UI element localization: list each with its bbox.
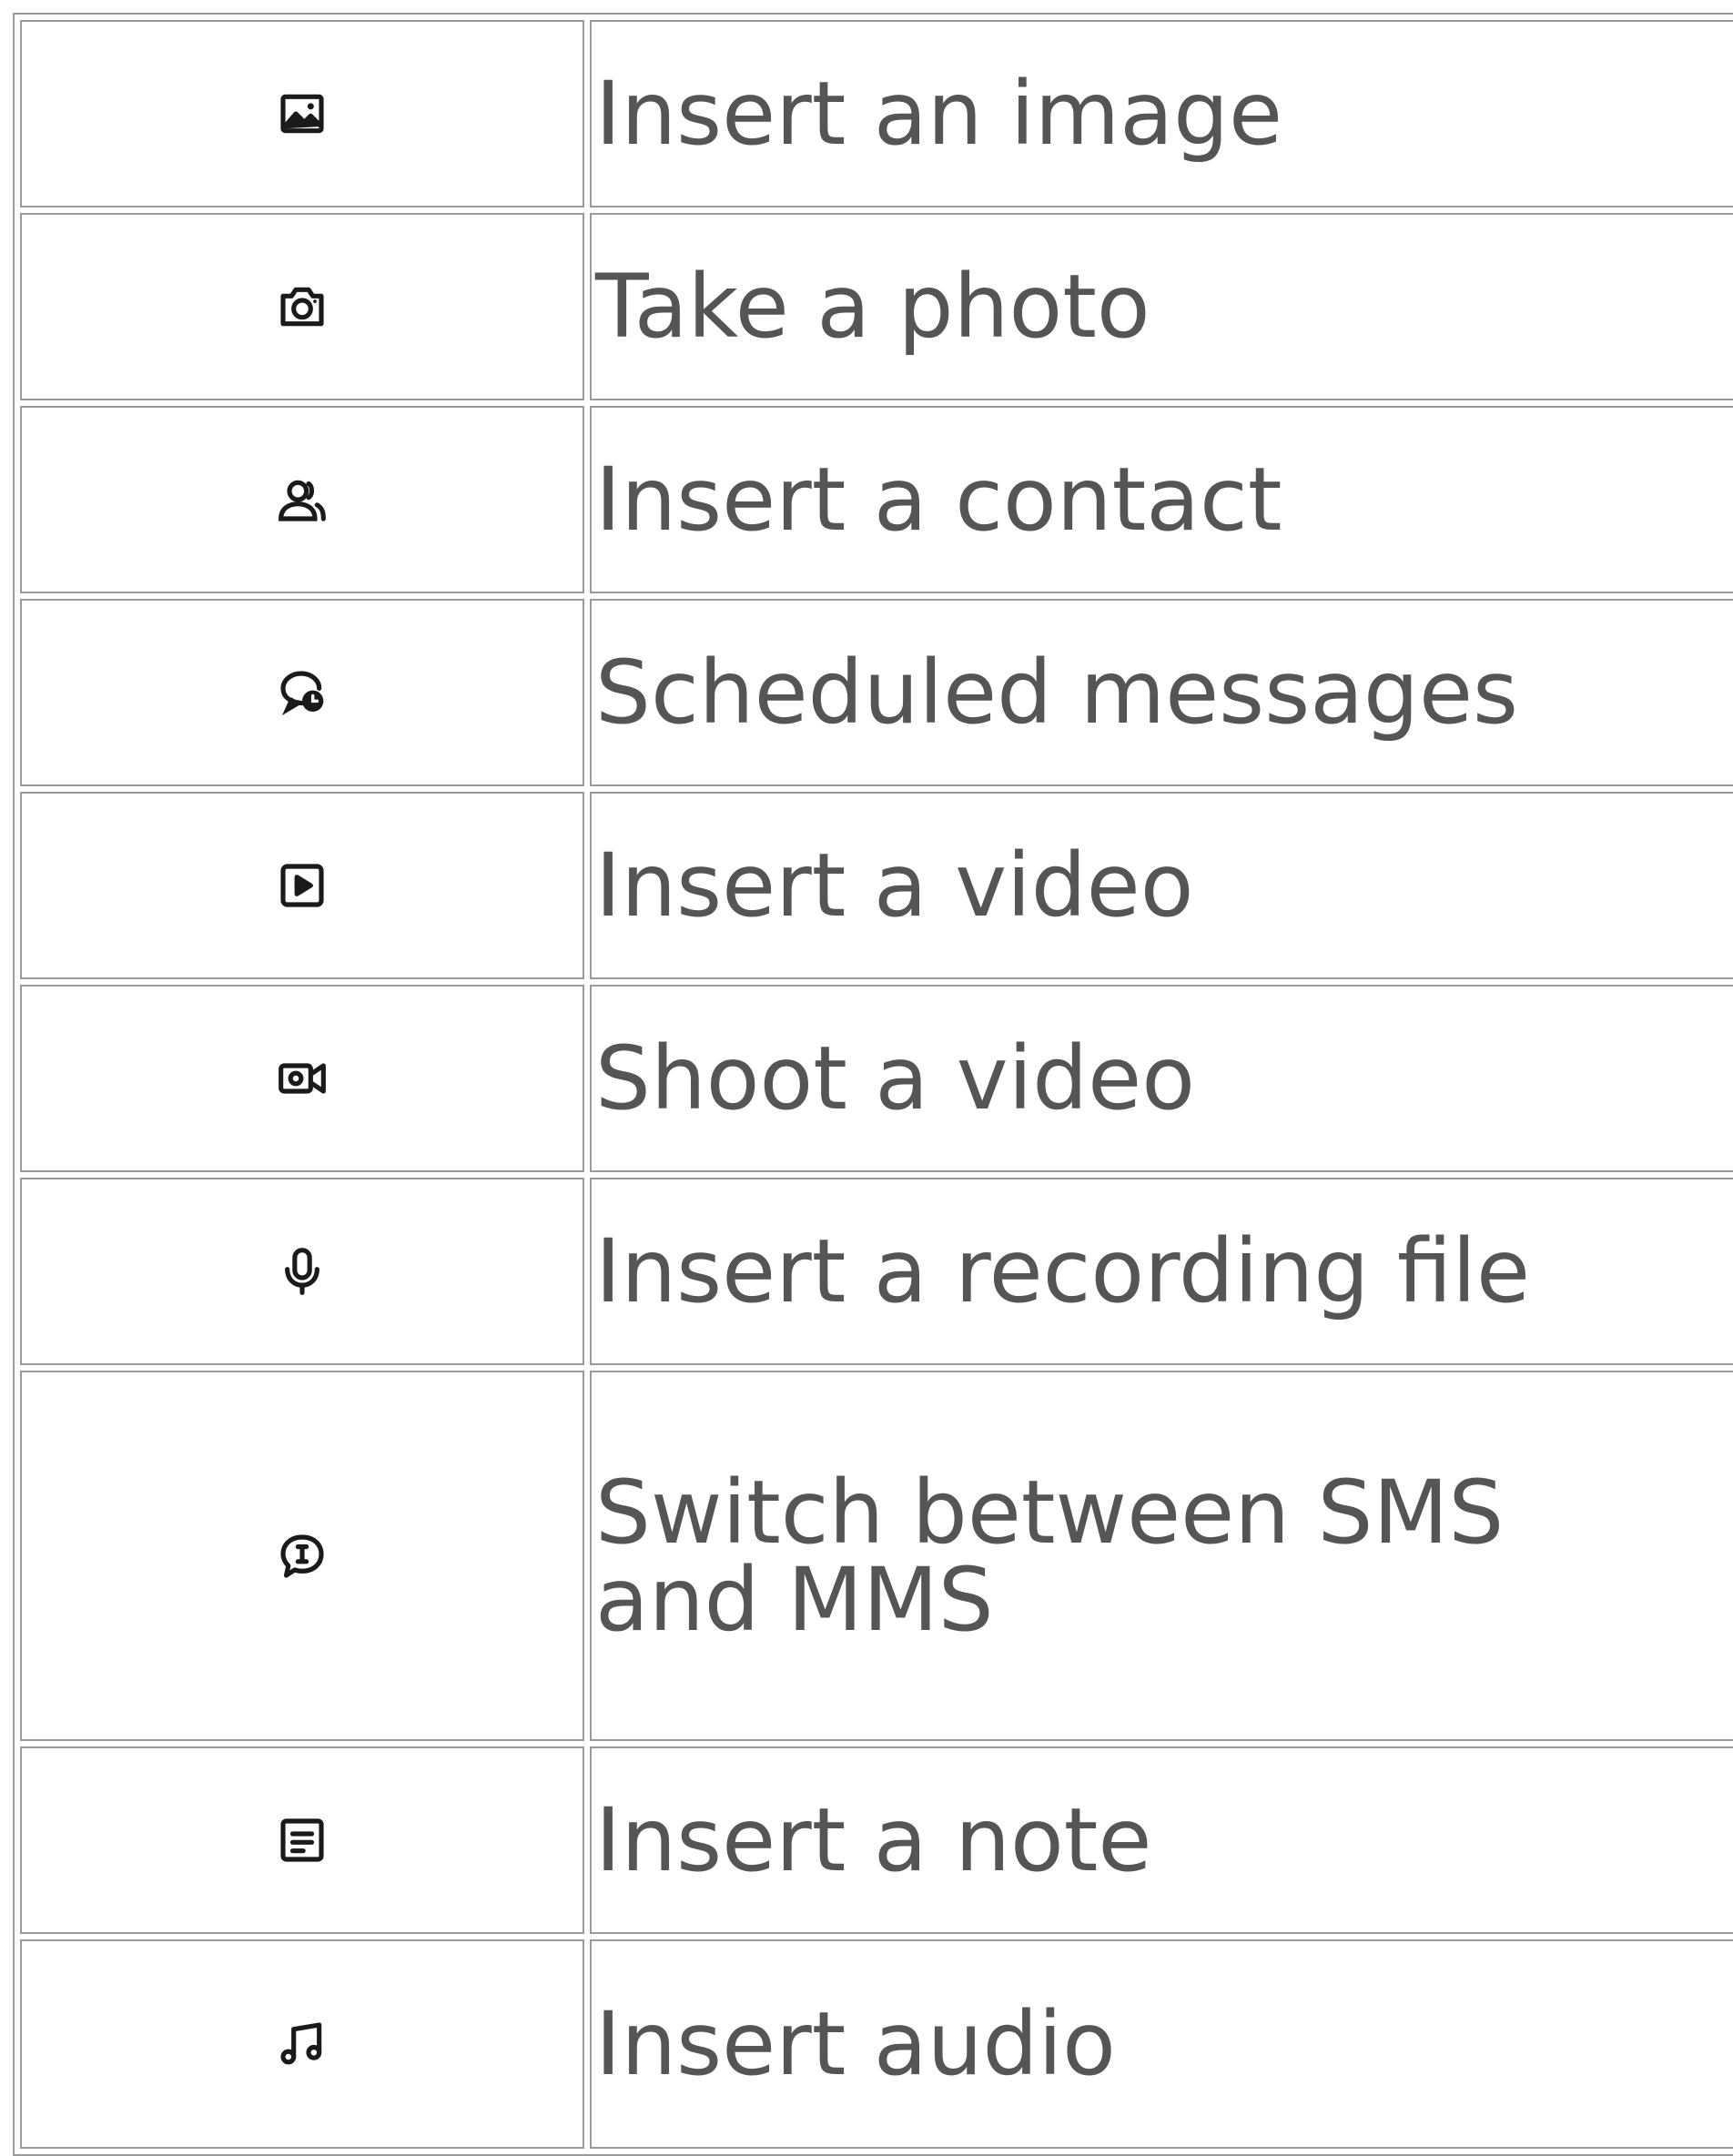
scheduled-message-icon (280, 671, 324, 716)
icon-cell (20, 1178, 584, 1365)
icon-cell (20, 1371, 584, 1741)
row-label: Insert audio (595, 1993, 1116, 2095)
description-cell: Scheduled messages (590, 599, 1733, 786)
table-row: Insert a note (20, 1746, 1733, 1934)
row-label: Insert a recording file (595, 1220, 1531, 1322)
table-row: Take a photo (20, 213, 1733, 400)
row-label: Switch between SMS and MMS (595, 1461, 1505, 1651)
table-row: Switch between SMS and MMS (20, 1371, 1733, 1741)
row-label: Insert a contact (595, 449, 1282, 551)
row-label: Shoot a video (595, 1027, 1195, 1129)
table-row: Insert a contact (20, 406, 1733, 593)
image-icon (280, 94, 324, 134)
table-row: Insert a recording file (20, 1178, 1733, 1365)
note-icon (280, 1818, 324, 1862)
music-note-icon (280, 2022, 322, 2065)
contact-icon (279, 480, 326, 521)
icon-cell (20, 1746, 584, 1934)
description-cell: Insert a note (590, 1746, 1733, 1934)
table-row: Scheduled messages (20, 599, 1733, 786)
icon-cell (20, 599, 584, 786)
description-cell: Insert audio (590, 1939, 1733, 2149)
row-label: Insert a video (595, 835, 1194, 936)
icon-cell (20, 792, 584, 979)
description-cell: Insert a video (590, 792, 1733, 979)
icon-description-table: Insert an image Take a photo Insert a co… (13, 13, 1733, 2156)
table-row: Insert a video (20, 792, 1733, 979)
row-label: Scheduled messages (595, 642, 1519, 744)
video-camera-icon (279, 1063, 326, 1094)
description-cell: Insert a recording file (590, 1178, 1733, 1365)
icon-cell (20, 213, 584, 400)
description-cell: Insert an image (590, 20, 1733, 208)
table-row: Insert an image (20, 20, 1733, 208)
description-cell: Insert a contact (590, 406, 1733, 593)
description-cell: Take a photo (590, 213, 1733, 400)
icon-cell (20, 406, 584, 593)
icon-cell (20, 985, 584, 1172)
table-row: Insert audio (20, 1939, 1733, 2149)
sms-mms-switch-icon (280, 1533, 324, 1578)
table-row: Shoot a video (20, 985, 1733, 1172)
description-cell: Shoot a video (590, 985, 1733, 1172)
row-label: Insert a note (595, 1789, 1152, 1891)
icon-cell (20, 20, 584, 208)
video-play-icon (280, 864, 324, 907)
icon-cell (20, 1939, 584, 2149)
row-label: Take a photo (595, 256, 1150, 358)
row-label: Insert an image (595, 63, 1283, 165)
microphone-icon (285, 1248, 319, 1295)
camera-icon (280, 287, 324, 327)
description-cell: Switch between SMS and MMS (590, 1371, 1733, 1741)
